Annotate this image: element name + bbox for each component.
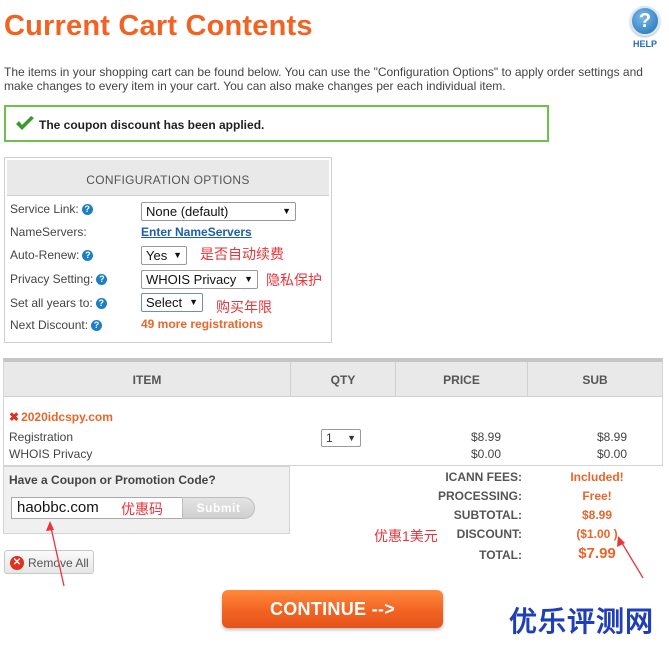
total-value: $7.99 [578,545,616,562]
coupon-applied-message: The coupon discount has been applied. [39,118,265,132]
coupon-applied-notice: The coupon discount has been applied. [4,105,549,142]
dropdown-arrow-icon: ▼ [347,433,356,443]
info-icon[interactable]: ? [82,250,94,261]
icann-fees-label: ICANN FEES: [445,470,522,484]
remove-all-button[interactable]: ✕ Remove All [4,550,94,574]
info-icon[interactable]: ? [81,204,93,215]
quantity-select[interactable]: 1 ▼ [321,429,361,447]
privacy-setting-label: Privacy Setting:? [10,272,108,286]
item-registration: Registration [9,430,74,444]
info-icon[interactable]: ? [91,320,103,331]
annotation-discount: 优惠1美元 [374,528,438,544]
auto-renew-select[interactable]: Yes ▼ [141,246,187,265]
discount-value: ($1.00 ) [576,527,618,541]
annotation-coupon: 优惠码 [121,501,163,517]
subtotal-value: $8.99 [581,508,613,522]
annotation-auto-renew: 是否自动续费 [200,246,284,262]
auto-renew-label: Auto-Renew:? [10,248,94,262]
column-item: ITEM [4,362,291,397]
watermark-text: 优乐评测网 [509,606,655,637]
dropdown-arrow-icon: ▼ [189,297,198,307]
sub-registration: $8.99 [596,430,627,444]
service-link-select[interactable]: None (default) ▼ [141,202,296,221]
annotation-years: 购买年限 [216,299,272,315]
next-discount-label: Next Discount:? [10,318,103,332]
dropdown-arrow-icon: ▼ [244,274,253,284]
price-registration: $8.99 [470,430,501,444]
column-price: PRICE [396,362,528,397]
page-title: Current Cart Contents [4,10,313,42]
sub-whois-privacy: $0.00 [596,447,627,461]
domain-name: 2020idcspy.com [21,410,113,424]
item-whois-privacy: WHOIS Privacy [9,447,93,461]
total-label: TOTAL: [479,548,522,562]
promo-code-label: Have a Coupon or Promotion Code? [9,473,216,487]
cart-table-header: ITEM QTY PRICE SUB [4,362,662,397]
configuration-options-heading: CONFIGURATION OPTIONS [7,160,329,196]
processing-label: PROCESSING: [437,489,522,503]
privacy-setting-select[interactable]: WHOIS Privacy ▼ [141,270,258,289]
column-qty: QTY [291,362,396,397]
cart-table: ITEM QTY PRICE SUB ✖ 2020idcspy.com Regis… [3,358,663,466]
set-all-years-label: Set all years to:? [10,296,107,310]
help-icon: ? [630,6,660,36]
remove-all-label: Remove All [28,556,89,570]
price-whois-privacy: $0.00 [470,447,501,461]
dropdown-arrow-icon: ▼ [173,250,182,260]
years-select[interactable]: Select ▼ [141,293,203,312]
info-icon[interactable]: ? [96,274,108,285]
continue-button[interactable]: CONTINUE --> [222,590,443,628]
dropdown-arrow-icon: ▼ [282,206,291,216]
intro-text: The items in your shopping cart can be f… [4,65,643,93]
service-link-label: Service Link:? [10,202,93,216]
remove-item-icon[interactable]: ✖ [9,410,19,424]
promo-submit-button[interactable]: Submit [182,497,255,519]
nameservers-label: NameServers: [10,225,87,239]
column-sub: SUB [582,373,608,387]
subtotal-label: SUBTOTAL: [453,508,522,522]
remove-icon: ✕ [10,556,24,570]
info-icon[interactable]: ? [95,298,107,309]
checkmark-icon [16,116,34,130]
icann-fees-value: Included! [570,470,624,484]
cart-domain-row: ✖ 2020idcspy.com [9,410,113,424]
annotation-privacy: 隐私保护 [266,272,322,288]
next-discount-value: 49 more registrations [141,317,264,331]
help-label: HELP [632,39,657,49]
help-button[interactable]: ? HELP [628,6,662,49]
processing-value: Free! [582,489,612,503]
enter-nameservers-link[interactable]: Enter NameServers [141,225,252,239]
